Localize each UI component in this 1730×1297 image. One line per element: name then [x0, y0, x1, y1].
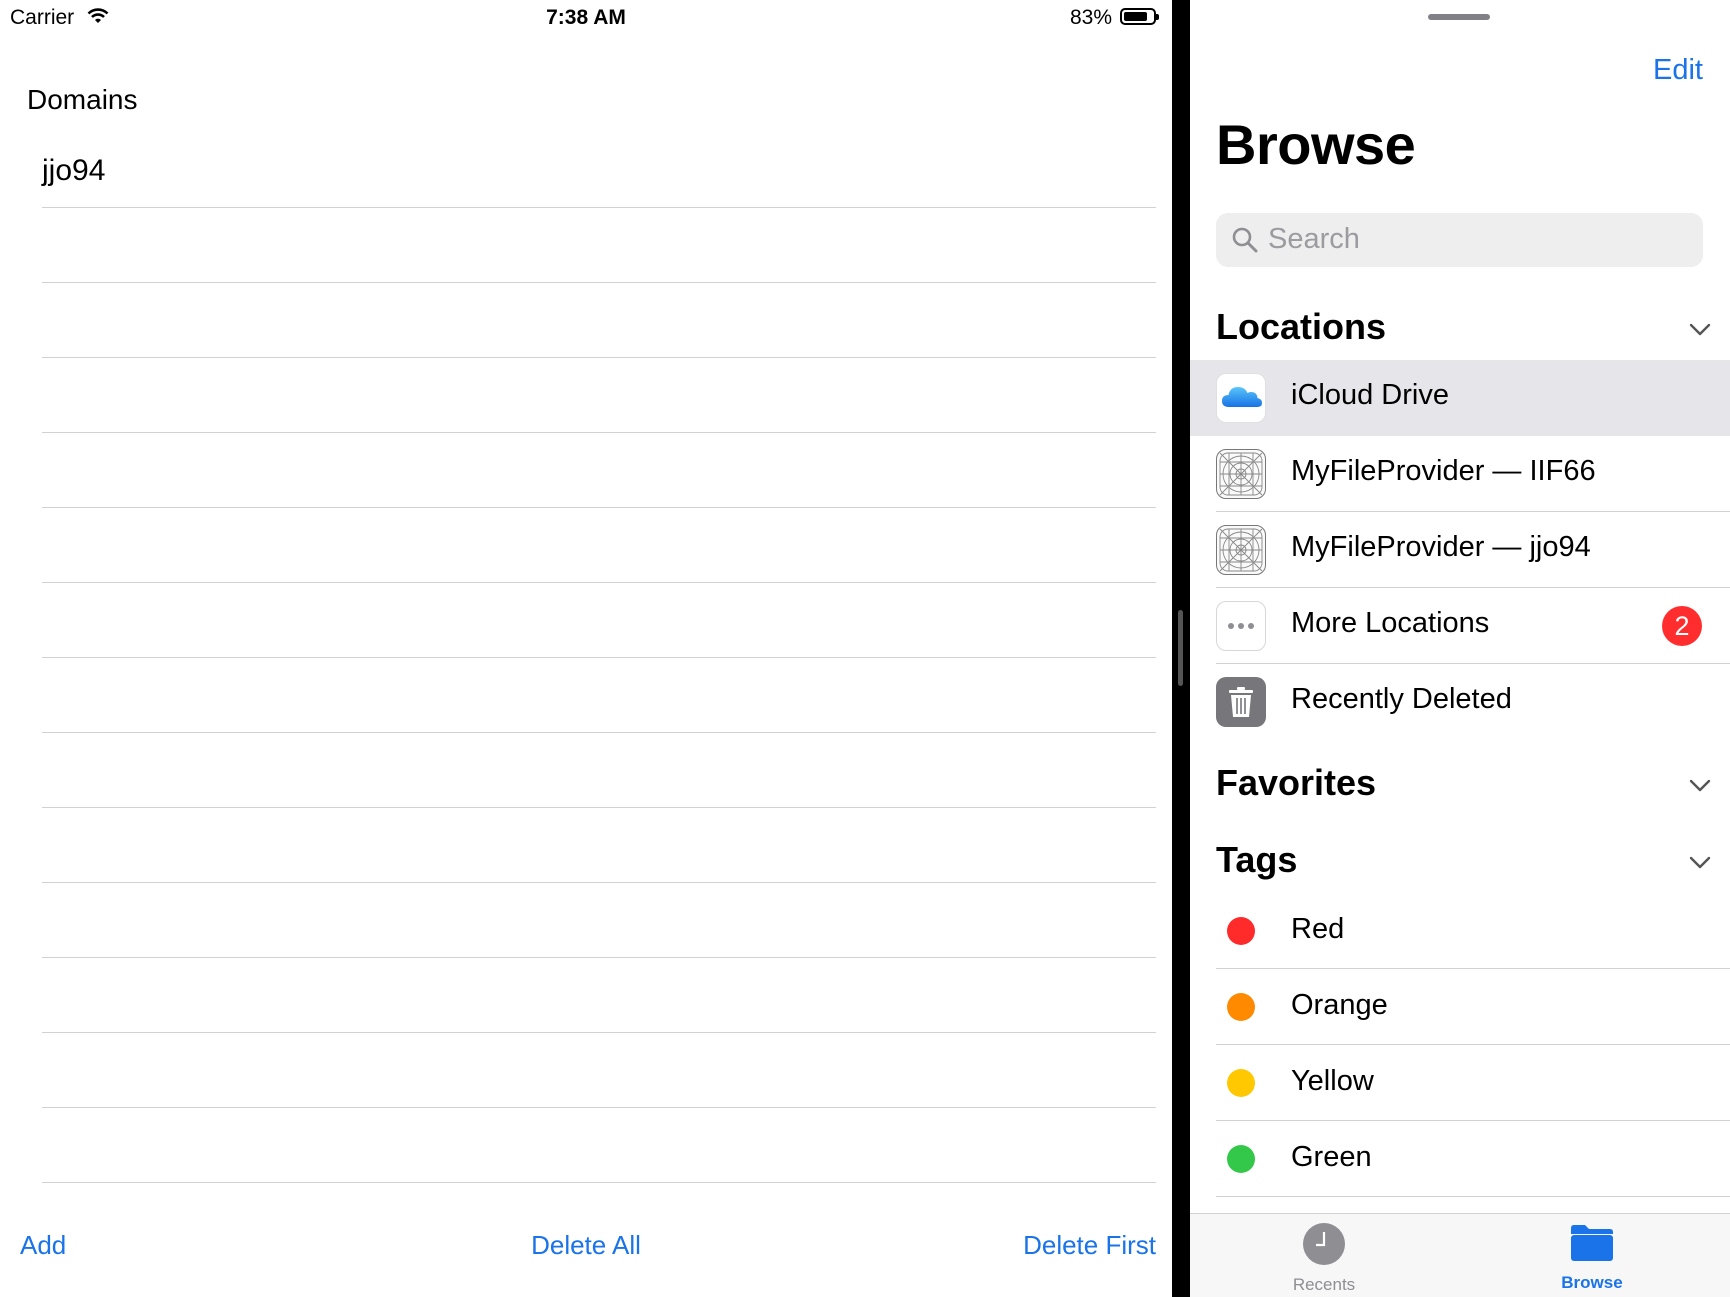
search-field[interactable]: Search [1216, 213, 1703, 267]
domain-list: jjo94 [42, 134, 1156, 1183]
location-label: iCloud Drive [1291, 379, 1449, 411]
tag-color-icon [1227, 1069, 1255, 1097]
locations-list: iCloud Drive MyFileProvider — IIF66 MyFile… [1190, 360, 1730, 740]
location-item[interactable]: MyFileProvider — IIF66 [1190, 436, 1730, 512]
tags-list: Red Orange Yellow Green [1190, 893, 1730, 1197]
ellipsis-icon [1216, 601, 1266, 651]
locations-header[interactable]: Locations [1216, 306, 1386, 348]
domain-row[interactable] [42, 733, 1156, 808]
bottom-toolbar: Add Delete All Delete First [0, 1230, 1172, 1275]
domain-row[interactable] [42, 958, 1156, 1033]
location-label: MyFileProvider — jjo94 [1291, 531, 1591, 563]
location-label: More Locations [1291, 607, 1490, 639]
clock-icon [1302, 1223, 1346, 1270]
split-view-divider [1172, 0, 1190, 1297]
battery-percent: 83% [1069, 6, 1112, 29]
tab-browse-label: Browse [1561, 1273, 1623, 1292]
search-placeholder: Search [1268, 223, 1360, 255]
favorites-chevron-icon[interactable] [1688, 774, 1712, 798]
domain-row[interactable] [42, 658, 1156, 733]
domain-row[interactable]: jjo94 [42, 134, 1156, 208]
files-app: Edit Browse Search Locations iCloud Driv… [1190, 0, 1730, 1297]
domain-row[interactable] [42, 508, 1156, 583]
domain-row[interactable] [42, 358, 1156, 433]
delete-all-label[interactable]: Delete All [531, 1230, 641, 1260]
domain-row[interactable] [42, 1108, 1156, 1183]
split-view-handle[interactable] [1178, 610, 1183, 686]
tag-label: Orange [1291, 989, 1388, 1021]
icloud-icon [1216, 373, 1266, 423]
slide-over-grabber[interactable] [1428, 14, 1490, 20]
tab-recents-label: Recents [1292, 1275, 1356, 1294]
tag-item[interactable]: Red [1190, 893, 1730, 969]
domain-row[interactable] [42, 583, 1156, 658]
tag-color-icon [1227, 993, 1255, 1021]
location-label: MyFileProvider — IIF66 [1291, 455, 1596, 487]
tag-label: Red [1291, 913, 1345, 945]
domains-app: Carrier 7:38 AM 83% Domains jjo94 Add De… [0, 0, 1172, 1297]
clock: 7:38 AM [546, 6, 626, 29]
domain-row[interactable] [42, 283, 1156, 358]
tag-item[interactable]: Green [1190, 1121, 1730, 1197]
tag-label: Yellow [1291, 1065, 1374, 1097]
tab-browse[interactable]: Browse [1512, 1222, 1672, 1293]
folder-icon [1569, 1225, 1615, 1268]
tab-recents[interactable]: Recents [1244, 1222, 1404, 1295]
tag-label: Green [1291, 1141, 1372, 1173]
tag-item[interactable]: Orange [1190, 969, 1730, 1045]
tab-bar: Recents Browse [1190, 1213, 1730, 1297]
app-placeholder-icon [1216, 525, 1266, 575]
domain-row[interactable] [42, 1033, 1156, 1108]
location-item[interactable]: More Locations 2 [1190, 588, 1730, 664]
location-label: Recently Deleted [1291, 683, 1512, 715]
tag-item[interactable]: Yellow [1190, 1045, 1730, 1121]
location-item[interactable]: Recently Deleted [1190, 664, 1730, 740]
favorites-header[interactable]: Favorites [1216, 762, 1376, 804]
edit-button[interactable]: Edit [1653, 54, 1703, 87]
domain-row[interactable] [42, 208, 1156, 283]
tags-header[interactable]: Tags [1216, 839, 1297, 881]
delete-all-button: Delete All [0, 1230, 1172, 1261]
battery-icon [1120, 8, 1159, 25]
domain-row[interactable] [42, 808, 1156, 883]
row-separator [1216, 1196, 1730, 1197]
tags-chevron-icon[interactable] [1688, 851, 1712, 875]
page-title: Browse [1216, 113, 1416, 176]
locations-header-label: Locations [1216, 306, 1387, 347]
app-placeholder-icon [1216, 449, 1266, 499]
search-icon [1230, 225, 1260, 255]
domain-label: jjo94 [42, 153, 106, 187]
location-item[interactable]: iCloud Drive [1190, 360, 1730, 436]
domain-row[interactable] [42, 433, 1156, 508]
domains-header: Domains [27, 84, 138, 115]
notification-badge: 2 [1662, 606, 1702, 646]
domain-row[interactable] [42, 883, 1156, 958]
favorites-header-label: Favorites [1216, 762, 1377, 803]
locations-chevron-icon[interactable] [1688, 318, 1712, 342]
tag-color-icon [1227, 917, 1255, 945]
location-item[interactable]: MyFileProvider — jjo94 [1190, 512, 1730, 588]
tags-header-label: Tags [1216, 839, 1298, 880]
status-bar: Carrier 7:38 AM 83% [0, 0, 1172, 40]
trash-icon [1216, 677, 1266, 727]
delete-first-button[interactable]: Delete First [1023, 1230, 1156, 1261]
tag-color-icon [1227, 1145, 1255, 1173]
